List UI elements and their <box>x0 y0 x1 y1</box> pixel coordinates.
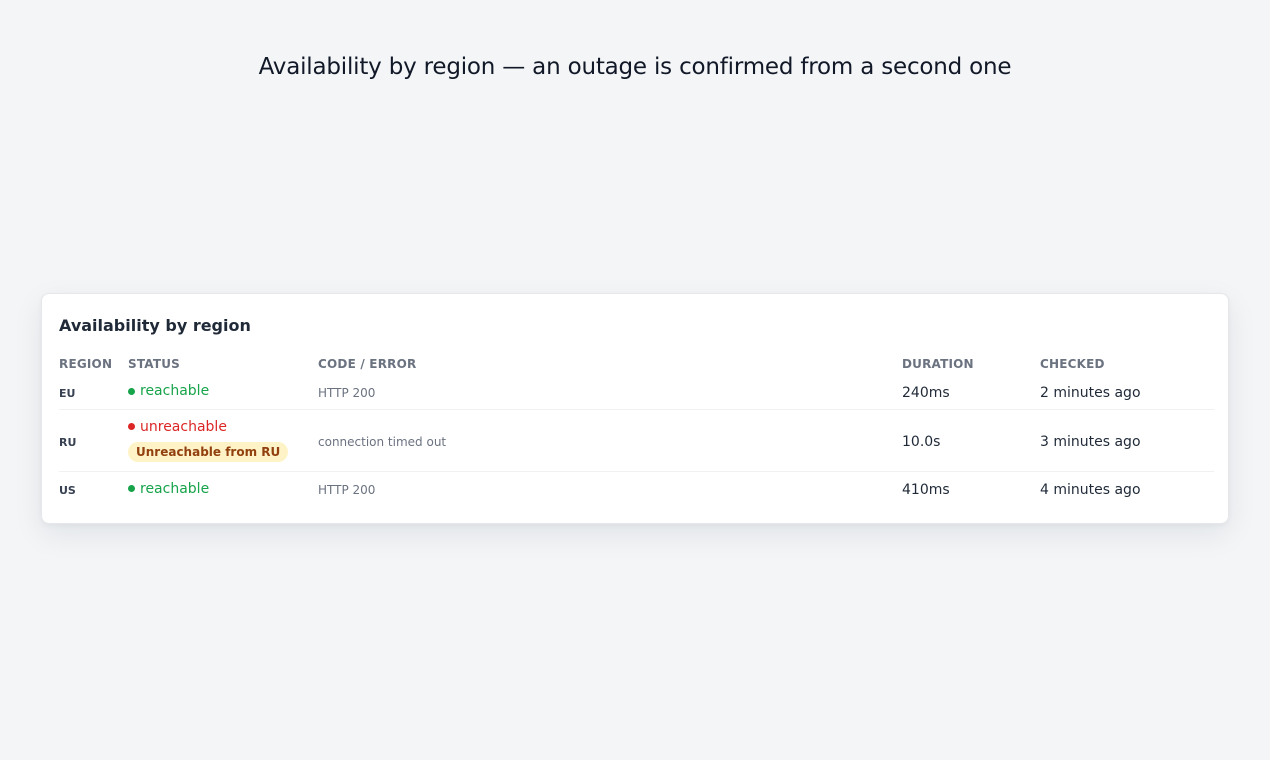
column-header-region: REGION <box>59 357 113 371</box>
table-row-ru: RU unreachable Unreachable from RU conne… <box>59 409 1214 472</box>
status-indicator: reachable <box>128 481 209 497</box>
duration-value: 410ms <box>902 482 950 499</box>
column-header-checked: CHECKED <box>1040 357 1105 371</box>
status-dot-icon <box>128 387 135 395</box>
code-error: HTTP 200 <box>318 483 376 498</box>
card-title: Availability by region <box>59 316 251 335</box>
column-header-code-error: CODE / ERROR <box>318 357 417 371</box>
status-dot-icon <box>128 485 135 493</box>
checked-time: 3 minutes ago <box>1040 433 1141 450</box>
status-indicator: reachable <box>128 383 209 399</box>
status-dot-icon <box>128 423 135 430</box>
status-label: reachable <box>140 383 210 400</box>
status-label: reachable <box>140 480 210 497</box>
region-code: EU <box>59 386 76 400</box>
code-error: HTTP 200 <box>318 385 376 400</box>
availability-card: Availability by region REGION STATUS COD… <box>41 293 1229 524</box>
table-header-row: REGION STATUS CODE / ERROR DURATION CHEC… <box>59 354 1214 374</box>
status-indicator: unreachable <box>128 419 227 435</box>
duration-value: 240ms <box>902 384 950 401</box>
checked-time: 4 minutes ago <box>1040 482 1141 499</box>
availability-table: REGION STATUS CODE / ERROR DURATION CHEC… <box>59 354 1214 506</box>
unreachable-badge: Unreachable from RU <box>128 441 289 462</box>
column-header-status: STATUS <box>128 357 181 371</box>
page-title: Availability by region — an outage is co… <box>258 54 1012 80</box>
code-error: connection timed out <box>318 434 447 449</box>
status-label: unreachable <box>140 418 227 435</box>
column-header-duration: DURATION <box>902 357 974 371</box>
region-code: US <box>59 484 76 498</box>
table-row-eu: EU reachable HTTP 200 240ms 2 minutes ag… <box>59 374 1214 410</box>
region-code: RU <box>59 435 77 449</box>
checked-time: 2 minutes ago <box>1040 384 1141 401</box>
duration-value: 10.0s <box>902 433 941 450</box>
table-row-us: US reachable HTTP 200 410ms 4 minutes ag… <box>59 471 1214 506</box>
